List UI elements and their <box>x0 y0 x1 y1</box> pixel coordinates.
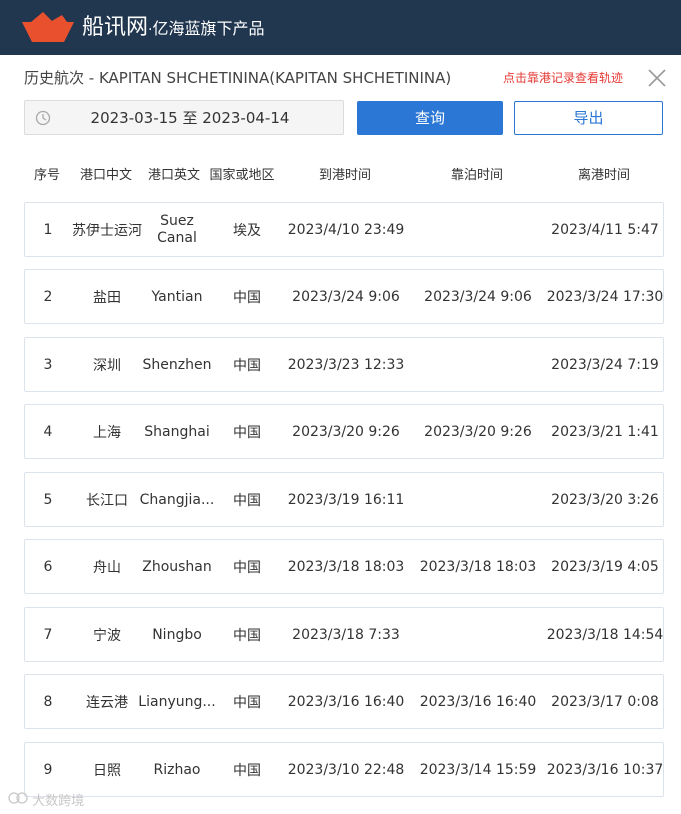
port-name-en: Suez Canal <box>157 212 197 246</box>
port-call-row[interactable]: 5 长江口 Changjia... 中国 2023/3/19 16:11 202… <box>24 472 664 527</box>
departure-time: 2023/3/24 17:30 <box>546 288 664 305</box>
port-call-row[interactable]: 7 宁波 Ningbo 中国 2023/3/18 7:33 2023/3/18 … <box>24 607 664 662</box>
arrival-time: 2023/3/20 9:26 <box>292 423 400 440</box>
row-index: 7 <box>43 626 53 643</box>
export-button[interactable]: 导出 <box>514 101 663 135</box>
column-header-port-en: 港口英文 <box>147 168 200 183</box>
port-name-cn: 连云港 <box>86 694 128 711</box>
watermark-logo-icon <box>8 792 28 804</box>
country: 中国 <box>233 559 261 576</box>
port-name-en: Zhoushan <box>142 558 212 575</box>
row-index: 1 <box>43 221 53 238</box>
column-header-country: 国家或地区 <box>209 168 275 183</box>
column-header-departure: 离港时间 <box>577 168 630 183</box>
port-call-row[interactable]: 4 上海 Shanghai 中国 2023/3/20 9:26 2023/3/2… <box>24 404 664 459</box>
port-name-en: Ningbo <box>152 626 202 643</box>
berthing-time: 2023/3/18 18:03 <box>419 558 537 575</box>
port-call-row[interactable]: 8 连云港 Lianyung... 中国 2023/3/16 16:40 202… <box>24 674 664 729</box>
berthing-time: 2023/3/24 9:06 <box>424 288 532 305</box>
country: 中国 <box>233 627 261 644</box>
departure-time: 2023/3/21 1:41 <box>551 423 659 440</box>
query-button[interactable]: 查询 <box>357 101 503 135</box>
departure-time: 2023/3/18 14:54 <box>546 626 664 643</box>
date-range-picker[interactable]: 2023-03-15 至 2023-04-14 <box>24 100 344 135</box>
departure-time: 2023/3/20 3:26 <box>551 491 659 508</box>
close-icon[interactable] <box>646 67 668 89</box>
country: 中国 <box>233 694 261 711</box>
port-name-cn: 日照 <box>93 762 121 779</box>
port-name-cn: 宁波 <box>93 627 121 644</box>
country: 埃及 <box>233 222 261 239</box>
port-name-cn: 苏伊士运河 <box>72 222 142 239</box>
arrival-time: 2023/3/23 12:33 <box>287 356 405 373</box>
arrival-time: 2023/3/24 9:06 <box>292 288 400 305</box>
brand-slogan: 亿海蓝旗下产品 <box>152 19 265 38</box>
arrival-time: 2023/3/16 16:40 <box>287 693 405 710</box>
port-name-cn: 上海 <box>93 424 121 441</box>
row-index: 8 <box>43 693 53 710</box>
departure-time: 2023/3/17 0:08 <box>551 693 659 710</box>
clock-icon <box>35 110 51 126</box>
watermark-text: 大数跨境 <box>32 794 85 809</box>
row-index: 3 <box>43 356 53 373</box>
row-index: 2 <box>43 288 53 305</box>
arrival-time: 2023/3/10 22:48 <box>287 761 405 778</box>
column-header-port-cn: 港口中文 <box>79 168 132 183</box>
berthing-time <box>413 203 543 256</box>
berthing-time: 2023/3/14 15:59 <box>419 761 537 778</box>
departure-time: 2023/4/11 5:47 <box>551 221 659 238</box>
row-index: 6 <box>43 558 53 575</box>
port-name-cn: 舟山 <box>93 559 121 576</box>
departure-time: 2023/3/24 7:19 <box>551 356 659 373</box>
column-header-berthing: 靠泊时间 <box>450 168 503 183</box>
row-index: 4 <box>43 423 53 440</box>
port-call-row[interactable]: 2 盐田 Yantian 中国 2023/3/24 9:06 2023/3/24… <box>24 269 664 324</box>
boat-logo-icon <box>22 12 74 42</box>
country: 中国 <box>233 289 261 306</box>
port-name-cn: 长江口 <box>86 492 128 509</box>
country: 中国 <box>233 357 261 374</box>
departure-time: 2023/3/16 10:37 <box>546 761 664 778</box>
country: 中国 <box>233 492 261 509</box>
port-name-en: Shenzhen <box>142 356 212 373</box>
arrival-time: 2023/3/18 18:03 <box>287 558 405 575</box>
port-name-en: Changjia... <box>139 491 215 508</box>
port-call-row[interactable]: 3 深圳 Shenzhen 中国 2023/3/23 12:33 2023/3/… <box>24 337 664 392</box>
port-name-cn: 深圳 <box>93 357 121 374</box>
arrival-time: 2023/3/19 16:11 <box>287 491 405 508</box>
brand-name: 船讯网 <box>82 15 149 40</box>
berthing-time <box>413 473 543 526</box>
watermark: 大数跨境 <box>8 790 84 809</box>
top-bar: 船讯网·亿海蓝旗下产品 <box>0 0 681 55</box>
berthing-time: 2023/3/20 9:26 <box>424 423 532 440</box>
berthing-time <box>413 608 543 661</box>
column-header-index: 序号 <box>33 168 60 183</box>
port-name-en: Yantian <box>151 288 203 305</box>
port-call-row[interactable]: 6 舟山 Zhoushan 中国 2023/3/18 18:03 2023/3/… <box>24 539 664 594</box>
country: 中国 <box>233 762 261 779</box>
berthing-time <box>413 338 543 391</box>
port-call-row[interactable]: 9 日照 Rizhao 中国 2023/3/10 22:48 2023/3/14… <box>24 742 664 797</box>
table-header: 序号 港口中文 港口英文 国家或地区 到港时间 靠泊时间 离港时间 <box>24 164 665 184</box>
row-index: 9 <box>43 761 53 778</box>
arrival-time: 2023/4/10 23:49 <box>287 221 405 238</box>
brand: 船讯网·亿海蓝旗下产品 <box>82 14 264 44</box>
column-header-arrival: 到港时间 <box>318 168 371 183</box>
port-name-cn: 盐田 <box>93 289 121 306</box>
port-call-row[interactable]: 1 苏伊士运河 Suez Canal 埃及 2023/4/10 23:49 20… <box>24 202 664 257</box>
country: 中国 <box>233 424 261 441</box>
track-hint: 点击靠港记录查看轨迹 <box>503 71 624 85</box>
port-name-en: Lianyung... <box>139 693 215 710</box>
page-title: 历史航次 - KAPITAN SHCHETININA(KAPITAN SHCHE… <box>24 69 452 87</box>
arrival-time: 2023/3/18 7:33 <box>292 626 400 643</box>
port-name-en: Shanghai <box>144 423 210 440</box>
berthing-time: 2023/3/16 16:40 <box>419 693 537 710</box>
row-index: 5 <box>43 491 53 508</box>
date-range-value: 2023-03-15 至 2023-04-14 <box>90 109 290 127</box>
port-name-en: Rizhao <box>153 761 201 778</box>
departure-time: 2023/3/19 4:05 <box>551 558 659 575</box>
